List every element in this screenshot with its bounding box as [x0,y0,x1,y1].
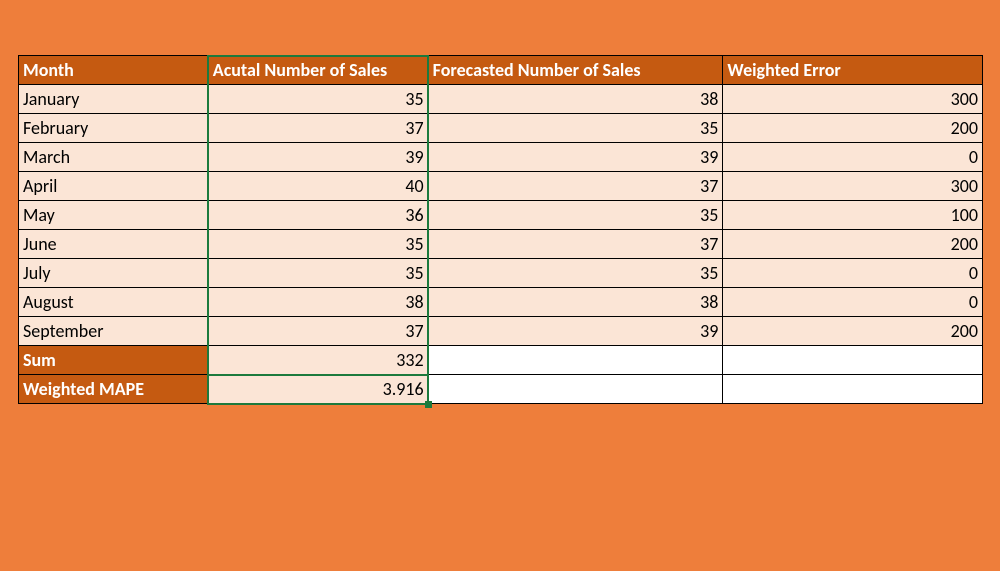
cell-forecast[interactable]: 35 [428,201,723,230]
header-row: Month Acutal Number of Sales Forecasted … [19,56,983,85]
empty-cell[interactable] [428,346,723,375]
cell-weighted-error[interactable]: 200 [723,317,983,346]
cell-forecast[interactable]: 35 [428,259,723,288]
cell-actual[interactable]: 36 [208,201,428,230]
cell-forecast[interactable]: 38 [428,288,723,317]
cell-month[interactable]: September [19,317,209,346]
cell-forecast[interactable]: 39 [428,143,723,172]
empty-cell[interactable] [428,375,723,404]
table-row: April4037300 [19,172,983,201]
sum-value[interactable]: 332 [208,346,428,375]
table-row: March39390 [19,143,983,172]
table-row: June3537200 [19,230,983,259]
cell-actual[interactable]: 35 [208,230,428,259]
table-row: February3735200 [19,114,983,143]
table-row: January3538300 [19,85,983,114]
wmape-label[interactable]: Weighted MAPE [19,375,209,404]
cell-weighted-error[interactable]: 0 [723,143,983,172]
sum-row: Sum 332 [19,346,983,375]
cell-weighted-error[interactable]: 300 [723,85,983,114]
cell-weighted-error[interactable]: 100 [723,201,983,230]
empty-cell[interactable] [723,375,983,404]
cell-actual[interactable]: 35 [208,259,428,288]
cell-actual[interactable]: 35 [208,85,428,114]
cell-weighted-error[interactable]: 0 [723,259,983,288]
table-wrapper: Month Acutal Number of Sales Forecasted … [18,55,983,404]
cell-actual[interactable]: 39 [208,143,428,172]
table-row: May3635100 [19,201,983,230]
header-forecast[interactable]: Forecasted Number of Sales [428,56,723,85]
cell-actual[interactable]: 37 [208,114,428,143]
header-actual[interactable]: Acutal Number of Sales [208,56,428,85]
cell-forecast[interactable]: 37 [428,172,723,201]
cell-month[interactable]: February [19,114,209,143]
sum-label[interactable]: Sum [19,346,209,375]
cell-forecast[interactable]: 38 [428,85,723,114]
cell-month[interactable]: July [19,259,209,288]
wmape-row: Weighted MAPE 3.916 [19,375,983,404]
header-month[interactable]: Month [19,56,209,85]
cell-actual[interactable]: 37 [208,317,428,346]
sales-table: Month Acutal Number of Sales Forecasted … [18,55,983,404]
cell-weighted-error[interactable]: 300 [723,172,983,201]
cell-weighted-error[interactable]: 0 [723,288,983,317]
cell-actual[interactable]: 40 [208,172,428,201]
wmape-value[interactable]: 3.916 [208,375,428,404]
cell-month[interactable]: May [19,201,209,230]
cell-forecast[interactable]: 37 [428,230,723,259]
empty-cell[interactable] [723,346,983,375]
header-weighted-error[interactable]: Weighted Error [723,56,983,85]
cell-month[interactable]: June [19,230,209,259]
cell-forecast[interactable]: 35 [428,114,723,143]
cell-forecast[interactable]: 39 [428,317,723,346]
table-row: September3739200 [19,317,983,346]
cell-month[interactable]: January [19,85,209,114]
cell-month[interactable]: March [19,143,209,172]
cell-weighted-error[interactable]: 200 [723,230,983,259]
cell-weighted-error[interactable]: 200 [723,114,983,143]
table-row: July35350 [19,259,983,288]
cell-actual[interactable]: 38 [208,288,428,317]
cell-month[interactable]: April [19,172,209,201]
cell-month[interactable]: August [19,288,209,317]
table-row: August38380 [19,288,983,317]
